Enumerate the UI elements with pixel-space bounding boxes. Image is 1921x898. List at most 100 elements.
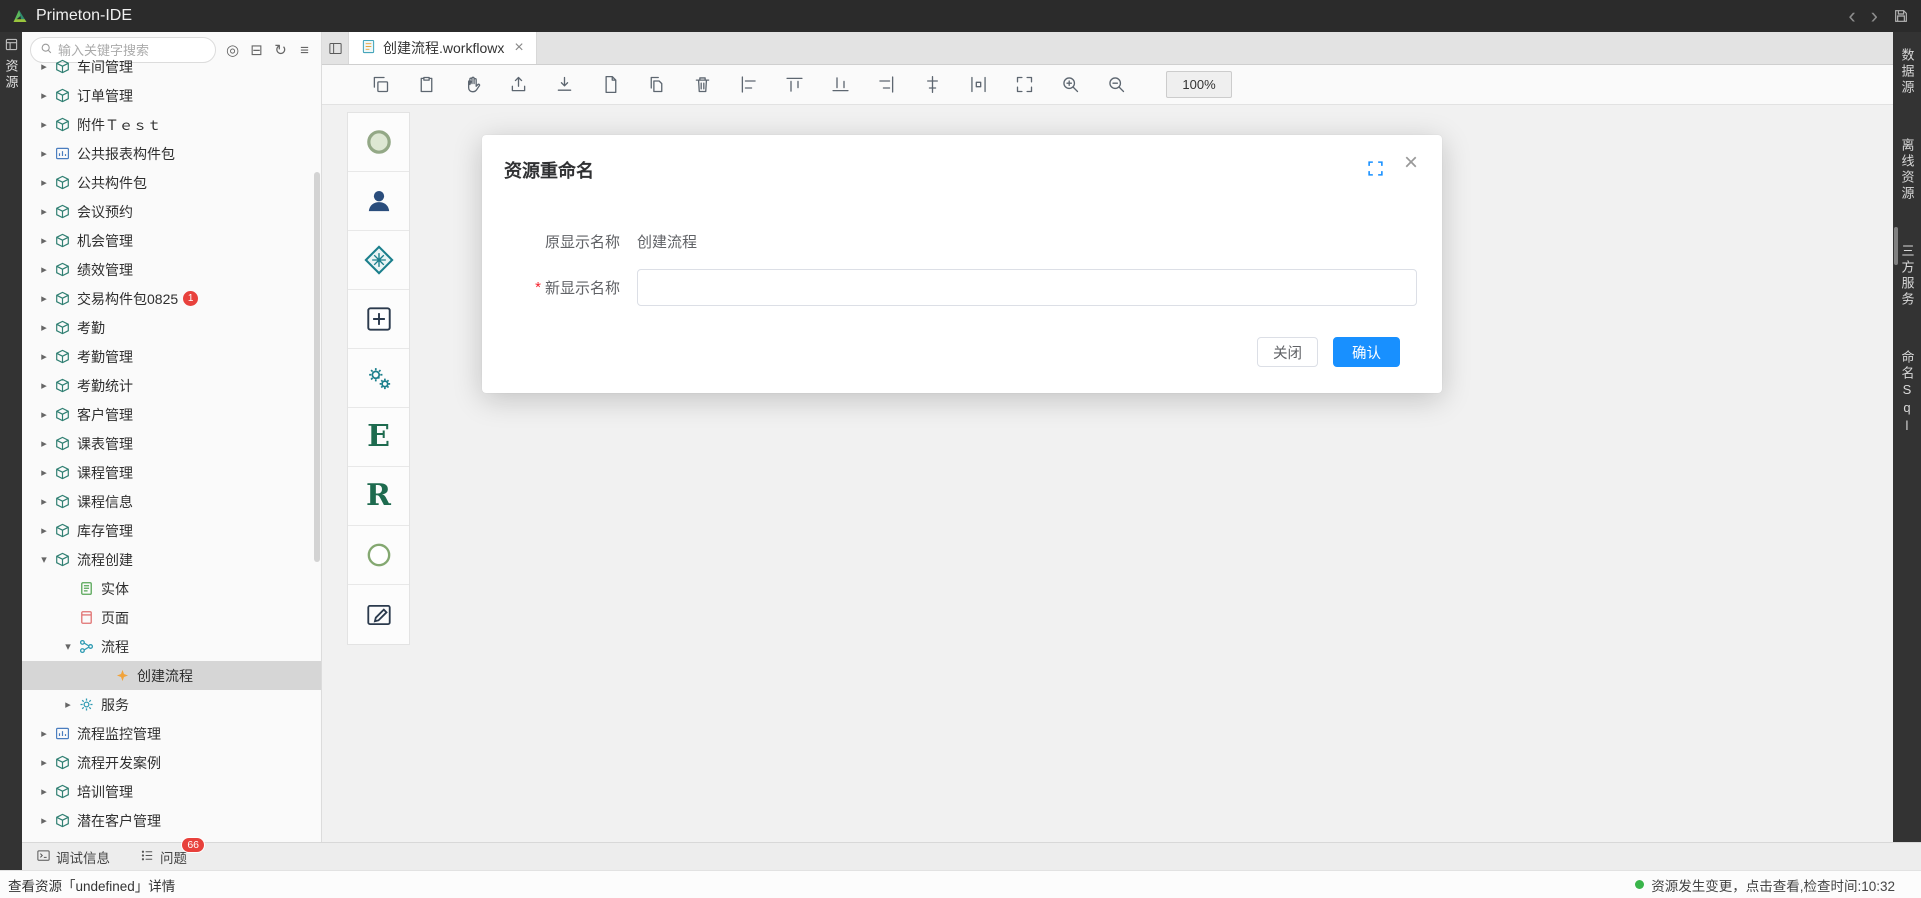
status-left-text[interactable]: 查看资源「undefined」详情 — [8, 875, 175, 895]
tree-expand-icon[interactable]: ▸ — [36, 727, 52, 740]
subprocess-node[interactable] — [348, 290, 409, 349]
dialog-fullscreen-icon[interactable] — [1367, 160, 1384, 177]
tree-item[interactable]: ▸ 机会管理 — [22, 226, 321, 255]
tab-close-icon[interactable]: × — [514, 40, 523, 56]
right-panel-tab-3[interactable]: 三方服务 — [1898, 244, 1917, 308]
tree-item[interactable]: ▸ 车间管理 — [22, 52, 321, 81]
rule-node[interactable]: R — [348, 467, 409, 526]
tree-expand-icon[interactable]: ▸ — [36, 176, 52, 189]
tree-item[interactable]: 页面 — [22, 603, 321, 632]
tree-item[interactable]: ▸ 绩效管理 — [22, 255, 321, 284]
tree-expand-icon[interactable]: ▸ — [36, 379, 52, 392]
tree-expand-icon[interactable]: ▸ — [36, 495, 52, 508]
close-button[interactable]: 关闭 — [1257, 337, 1318, 367]
tree-item[interactable]: ▸ 库存管理 — [22, 516, 321, 545]
tree-item[interactable]: ▸ 考勤 — [22, 313, 321, 342]
right-panel-scrollbar[interactable] — [1894, 227, 1898, 265]
tree-item[interactable]: 创建流程 — [22, 661, 321, 690]
tree-item[interactable]: ▸ 考勤统计 — [22, 371, 321, 400]
tree-item[interactable]: ▸ 服务 — [22, 690, 321, 719]
end-node[interactable] — [348, 526, 409, 585]
right-panel-tab-2[interactable]: 离线资源 — [1898, 138, 1917, 202]
right-panel-tab-1[interactable]: 数据源 — [1898, 48, 1917, 96]
right-panel-tab-4[interactable]: 命名Sql — [1898, 350, 1917, 436]
tree-item[interactable]: ▸ 订单管理 — [22, 81, 321, 110]
debug-info-tab[interactable]: 调试信息 — [36, 847, 110, 867]
editor-tab-workflow[interactable]: 创建流程.workflowx × — [348, 32, 537, 64]
tree-item[interactable]: ▸ 交易构件包0825 1 — [22, 284, 321, 313]
tree-expand-icon[interactable]: ▸ — [60, 698, 76, 711]
note-node[interactable] — [348, 585, 409, 644]
zoom-out-icon[interactable] — [1104, 72, 1129, 97]
entity-node[interactable]: E — [348, 408, 409, 467]
tree-expand-icon[interactable]: ▸ — [36, 60, 52, 73]
zoom-level[interactable]: 100% — [1166, 71, 1232, 98]
status-right[interactable]: 资源发生变更，点击查看,检查时间:10:32 — [1635, 875, 1895, 895]
align-right-icon[interactable] — [874, 72, 899, 97]
paste-icon[interactable] — [414, 72, 439, 97]
tree-expand-icon[interactable]: ▸ — [36, 118, 52, 131]
duplicate-icon[interactable] — [644, 72, 669, 97]
tree-expand-icon[interactable]: ▸ — [36, 89, 52, 102]
tree-item[interactable]: ▸ 流程开发案例 — [22, 748, 321, 777]
save-icon[interactable] — [1893, 8, 1909, 24]
delete-icon[interactable] — [690, 72, 715, 97]
nav-back-icon[interactable]: ‹ — [1848, 5, 1855, 27]
align-center-icon[interactable] — [920, 72, 945, 97]
tree-expand-icon[interactable]: ▸ — [36, 205, 52, 218]
panel-toggle-icon[interactable] — [322, 32, 348, 64]
nav-forward-icon[interactable]: › — [1871, 5, 1878, 27]
dialog-close-icon[interactable]: × — [1404, 151, 1418, 175]
tree-expand-icon[interactable]: ▾ — [36, 553, 52, 566]
tree-item[interactable]: ▾ 流程 — [22, 632, 321, 661]
tree-item[interactable]: ▸ 附件Ｔｅｓｔ — [22, 110, 321, 139]
tree-expand-icon[interactable]: ▸ — [36, 524, 52, 537]
tree-expand-icon[interactable]: ▸ — [36, 756, 52, 769]
align-top-icon[interactable] — [782, 72, 807, 97]
export-icon[interactable] — [506, 72, 531, 97]
tree-item[interactable]: ▸ 公共报表构件包 — [22, 139, 321, 168]
start-node[interactable] — [348, 113, 409, 172]
tree-expand-icon[interactable]: ▾ — [60, 640, 76, 653]
activity-tab-resources[interactable]: 资源 — [2, 59, 21, 91]
problems-tab[interactable]: 问题 66 — [140, 847, 187, 867]
tree-item[interactable]: ▸ 会议预约 — [22, 197, 321, 226]
tree-item[interactable]: ▸ 流程监控管理 — [22, 719, 321, 748]
new-file-icon[interactable] — [598, 72, 623, 97]
decision-node[interactable] — [348, 231, 409, 290]
distribute-icon[interactable] — [966, 72, 991, 97]
tree-item[interactable]: ▸ 潜在客户管理 — [22, 806, 321, 835]
tree-expand-icon[interactable]: ▸ — [36, 263, 52, 276]
tree-expand-icon[interactable]: ▸ — [36, 814, 52, 827]
fit-screen-icon[interactable] — [1012, 72, 1037, 97]
new-display-name-input[interactable] — [637, 269, 1417, 306]
copy-icon[interactable] — [368, 72, 393, 97]
sidebar-scrollbar[interactable] — [314, 172, 320, 562]
service-task-node[interactable] — [348, 349, 409, 408]
zoom-in-icon[interactable] — [1058, 72, 1083, 97]
tree-item[interactable]: ▸ 客户管理 — [22, 400, 321, 429]
align-bottom-icon[interactable] — [828, 72, 853, 97]
tree-expand-icon[interactable]: ▸ — [36, 466, 52, 479]
tree-item[interactable]: ▸ 课程管理 — [22, 458, 321, 487]
download-icon[interactable] — [552, 72, 577, 97]
tree-expand-icon[interactable]: ▸ — [36, 408, 52, 421]
tree-item[interactable]: 实体 — [22, 574, 321, 603]
tree-expand-icon[interactable]: ▸ — [36, 234, 52, 247]
tree-item[interactable]: ▸ 课表管理 — [22, 429, 321, 458]
tree-item[interactable]: ▾ 流程创建 — [22, 545, 321, 574]
tree-item[interactable]: ▸ 公共构件包 — [22, 168, 321, 197]
align-left-icon[interactable] — [736, 72, 761, 97]
confirm-button[interactable]: 确认 — [1333, 337, 1400, 367]
tree-item[interactable]: ▸ 课程信息 — [22, 487, 321, 516]
tree-expand-icon[interactable]: ▸ — [36, 321, 52, 334]
tree-expand-icon[interactable]: ▸ — [36, 785, 52, 798]
tree-expand-icon[interactable]: ▸ — [36, 147, 52, 160]
tree-expand-icon[interactable]: ▸ — [36, 292, 52, 305]
pan-icon[interactable] — [460, 72, 485, 97]
tree-expand-icon[interactable]: ▸ — [36, 350, 52, 363]
tree-expand-icon[interactable]: ▸ — [36, 437, 52, 450]
tree-item[interactable]: ▸ 培训管理 — [22, 777, 321, 806]
user-task-node[interactable] — [348, 172, 409, 231]
tree-item[interactable]: ▸ 考勤管理 — [22, 342, 321, 371]
